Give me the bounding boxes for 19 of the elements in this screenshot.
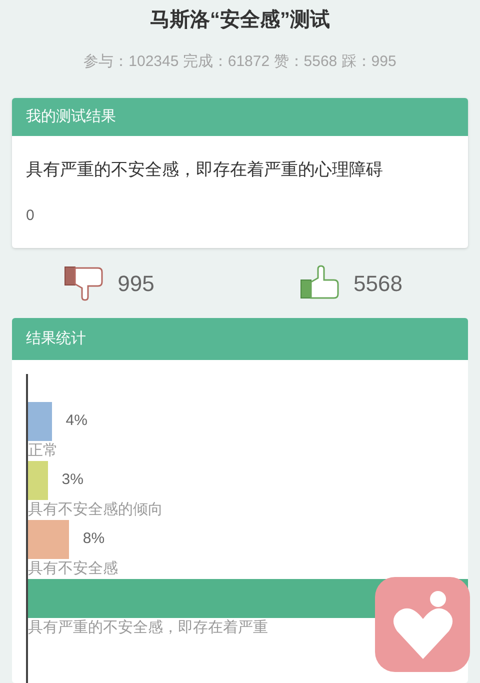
bar-percentage: 8% — [82, 529, 105, 550]
bar-label: 具有不安全感的倾向 — [28, 500, 164, 520]
card-title: 结果统计 — [26, 328, 86, 349]
card-title: 我的测试结果 — [26, 106, 116, 127]
bar-label: 具有严重的不安全感，即存在着严重 — [28, 618, 269, 638]
bar-label: 具有不安全感 — [28, 559, 119, 579]
like-count: 5568 — [354, 270, 402, 298]
page-title: 马斯洛“安全感”测试 — [150, 8, 330, 33]
thumbs-up-icon[interactable] — [300, 265, 340, 301]
floating-app-icon[interactable] — [375, 577, 470, 672]
test-stats: 参与：102345 完成：61872 赞：5568 踩：995 — [84, 52, 396, 72]
result-score: 0 — [25, 206, 36, 226]
bar-percentage: 3% — [62, 470, 84, 490]
heart-person-icon — [390, 588, 454, 660]
result-text: 具有严重的不安全感，即存在着严重的心理障碍 — [25, 159, 384, 181]
bar-label: 正常 — [28, 441, 59, 461]
thumbs-down-icon[interactable] — [64, 265, 104, 301]
bar-percentage: 4% — [66, 411, 88, 432]
dislike-count: 995 — [118, 270, 154, 298]
